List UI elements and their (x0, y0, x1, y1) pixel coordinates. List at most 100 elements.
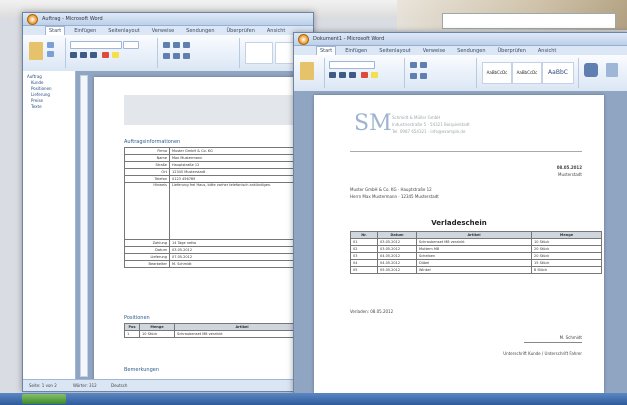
document-title: Verladeschein (431, 219, 487, 227)
bold-icon[interactable] (70, 52, 77, 58)
nav-item[interactable]: Positionen (31, 86, 52, 91)
tab-references[interactable]: Verweise (149, 27, 177, 35)
font-size-field[interactable] (123, 41, 139, 49)
positions-table: Pos Menge Artikel 1 10 Stück Schraubense… (124, 323, 310, 338)
signature-rule (524, 342, 582, 343)
tab-insert[interactable]: Einfügen (342, 47, 370, 55)
address-line: Herrn Max Mustermann · 12345 Musterstadt (350, 194, 439, 199)
italic-icon[interactable] (339, 72, 346, 78)
change-styles-icon[interactable] (584, 63, 598, 77)
highlight-icon[interactable] (112, 52, 119, 58)
copy-icon[interactable] (47, 51, 54, 57)
right-word-window[interactable]: Dokument1 - Microsoft Word Start Einfüge… (293, 32, 627, 394)
styles-group: AaBbCcDc AaBbCcDc AaBbC (478, 58, 579, 88)
office-button-icon[interactable] (298, 33, 309, 45)
style-heading[interactable]: AaBbC (542, 62, 574, 84)
tab-page-layout[interactable]: Seitenlayout (105, 27, 142, 35)
right-ribbon: AaBbCcDc AaBbCcDc AaBbC (294, 55, 627, 92)
start-button[interactable] (22, 394, 66, 404)
logo-line: Tel. 0987 654321 · info@example.de (392, 129, 466, 134)
paste-icon[interactable] (300, 62, 314, 80)
align-right-icon[interactable] (183, 53, 190, 59)
signature-caption: Unterschrift Kunde / Unterschrift Fahrer (503, 351, 582, 356)
right-document-area: SM Schmidt & Müller GmbH Industriestraße… (294, 91, 627, 393)
underline-icon[interactable] (90, 52, 97, 58)
tab-start[interactable]: Start (45, 26, 66, 35)
align-center-icon[interactable] (173, 53, 180, 59)
delivery-table: Nr. Datum Artikel Menge 01 03.05.2012 Schr… (350, 231, 602, 274)
paragraph-group (406, 58, 477, 88)
style-no-spacing[interactable]: AaBbCcDc (512, 62, 542, 84)
tab-insert[interactable]: Einfügen (71, 27, 99, 35)
bullets-icon[interactable] (163, 42, 170, 48)
right-ribbon-tabs: Start Einfügen Seitenlayout Verweise Sen… (294, 46, 627, 55)
header-band (124, 95, 310, 125)
left-document-area: Auftragsinformationen Firma Muster GmbH &… (76, 71, 312, 381)
tab-view[interactable]: Ansicht (535, 47, 559, 55)
numbering-icon[interactable] (420, 62, 427, 68)
paragraph-group (159, 38, 240, 68)
desktop-search-box[interactable] (442, 13, 616, 29)
font-group (326, 58, 405, 88)
document-date: 08.05.2012 (556, 165, 582, 170)
document-map-pane[interactable]: Auftrag Kunde Positionen Lieferung Preis… (23, 71, 76, 379)
align-left-icon[interactable] (410, 73, 417, 79)
left-status-bar: Seite: 1 von 2 Wörter: 312 Deutsch (23, 379, 313, 391)
font-name-field[interactable] (70, 41, 122, 49)
align-left-icon[interactable] (163, 53, 170, 59)
vertical-ruler[interactable] (80, 75, 88, 377)
taskbar (0, 393, 627, 405)
nav-item[interactable]: Preise (31, 98, 43, 103)
cut-icon[interactable] (47, 42, 54, 48)
tab-mailings[interactable]: Sendungen (183, 27, 217, 35)
nav-item[interactable]: Lieferung (31, 92, 50, 97)
right-window-title: Dokument1 - Microsoft Word (313, 36, 385, 42)
nav-item[interactable]: Auftrag (27, 74, 42, 79)
section-heading: Positionen (124, 315, 150, 321)
order-info-table: Firma Muster GmbH & Co. KG Name Max Muster… (124, 147, 310, 268)
address-line: Muster GmbH & Co. KG · Hauptstraße 12 (350, 187, 432, 192)
left-window-title: Auftrag - Microsoft Word (42, 16, 103, 22)
tab-mailings[interactable]: Sendungen (454, 47, 488, 55)
page-count-status[interactable]: Seite: 1 von 2 (29, 383, 57, 388)
paste-icon[interactable] (29, 42, 43, 60)
style-normal[interactable] (245, 42, 273, 64)
bullets-icon[interactable] (410, 62, 417, 68)
right-document-page[interactable]: SM Schmidt & Müller GmbH Industriestraße… (314, 95, 604, 393)
font-color-icon[interactable] (361, 72, 368, 78)
numbering-icon[interactable] (173, 42, 180, 48)
tab-references[interactable]: Verweise (420, 47, 448, 55)
right-titlebar[interactable]: Dokument1 - Microsoft Word (294, 33, 627, 46)
office-button-icon[interactable] (27, 13, 38, 25)
tab-review[interactable]: Überprüfen (224, 27, 258, 35)
tab-view[interactable]: Ansicht (264, 27, 288, 35)
company-logo: SM (354, 111, 392, 136)
left-document-page[interactable]: Auftragsinformationen Firma Muster GmbH &… (94, 77, 310, 381)
nav-item[interactable]: Texte (31, 104, 42, 109)
section-heading: Bemerkungen (124, 367, 160, 373)
indent-icon[interactable] (183, 42, 190, 48)
header-divider (350, 151, 582, 152)
tab-start[interactable]: Start (316, 46, 337, 55)
logo-line: Industriestraße 5 · 54321 Beispielstadt (392, 122, 470, 127)
italic-icon[interactable] (80, 52, 87, 58)
style-normal[interactable]: AaBbCcDc (482, 62, 512, 84)
nav-item[interactable]: Kunde (31, 80, 44, 85)
font-name-field[interactable] (329, 61, 375, 69)
left-word-window[interactable]: Auftrag - Microsoft Word Start Einfügen … (22, 12, 314, 392)
document-place: Musterstadt (558, 172, 582, 177)
word-count-status[interactable]: Wörter: 312 (73, 383, 97, 388)
footer-note: Verladen: 08.05.2012 (350, 309, 394, 314)
left-ribbon-tabs: Start Einfügen Seitenlayout Verweise Sen… (23, 26, 313, 35)
language-status[interactable]: Deutsch (111, 383, 127, 388)
highlight-icon[interactable] (371, 72, 378, 78)
underline-icon[interactable] (349, 72, 356, 78)
tab-page-layout[interactable]: Seitenlayout (376, 47, 413, 55)
signature-name: M. Schmidt (559, 335, 582, 340)
editing-icon[interactable] (606, 63, 618, 77)
align-center-icon[interactable] (420, 73, 427, 79)
bold-icon[interactable] (329, 72, 336, 78)
font-color-icon[interactable] (102, 52, 109, 58)
tab-review[interactable]: Überprüfen (495, 47, 529, 55)
left-titlebar[interactable]: Auftrag - Microsoft Word (23, 13, 313, 26)
